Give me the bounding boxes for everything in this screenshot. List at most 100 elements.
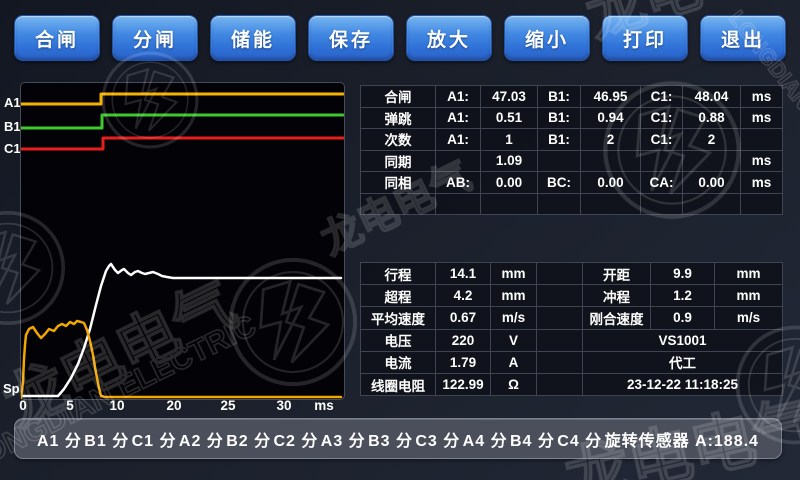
status-item: C3 分 bbox=[415, 427, 460, 451]
x-tick: 0 bbox=[19, 398, 27, 413]
trace-label-c1: C1 bbox=[4, 141, 21, 156]
mechanical-table-body: 行程14.1mm开距9.9mm超程4.2mm冲程1.2mm平均速度0.67m/s… bbox=[361, 263, 783, 396]
table-row: 弹跳A1:0.51B1:0.94C1:0.88ms bbox=[361, 107, 783, 129]
table-cell: AB: bbox=[436, 172, 481, 194]
table-cell: 0.00 bbox=[481, 172, 538, 194]
table-cell: 电压 bbox=[361, 329, 436, 351]
table-cell: C1: bbox=[641, 107, 683, 129]
table-row bbox=[361, 193, 783, 215]
table-cell: 0.00 bbox=[683, 172, 741, 194]
table-cell: mm bbox=[491, 263, 537, 285]
table-cell bbox=[537, 351, 583, 373]
table-cell: 平均速度 bbox=[361, 307, 436, 329]
button-store-energy[interactable]: 储能 bbox=[210, 15, 296, 61]
table-cell: 1 bbox=[481, 129, 538, 151]
table-row: 线圈电阻122.99Ω23-12-22 11:18:25 bbox=[361, 373, 783, 395]
table-cell: ms bbox=[741, 150, 783, 172]
table-cell: C1: bbox=[641, 86, 683, 108]
button-exit[interactable]: 退出 bbox=[700, 15, 786, 61]
status-item: C1 分 bbox=[132, 427, 177, 451]
table-cell: 4.2 bbox=[436, 285, 491, 307]
table-cell-merged: 23-12-22 11:18:25 bbox=[583, 373, 783, 395]
table-cell bbox=[537, 285, 583, 307]
table-cell: 合闸 bbox=[361, 86, 436, 108]
table-cell: A1: bbox=[436, 86, 481, 108]
button-open-switch[interactable]: 分闸 bbox=[112, 15, 198, 61]
trace-label-speed: Sp bbox=[3, 381, 20, 396]
x-tick: 30 bbox=[276, 398, 291, 413]
timing-table-body: 合闸A1:47.03B1:46.95C1:48.04ms弹跳A1:0.51B1:… bbox=[361, 86, 783, 215]
table-row: 电压220VVS1001 bbox=[361, 329, 783, 351]
table-cell: 同期 bbox=[361, 150, 436, 172]
timing-table: 合闸A1:47.03B1:46.95C1:48.04ms弹跳A1:0.51B1:… bbox=[360, 85, 783, 215]
waveform-panel bbox=[20, 82, 345, 400]
table-row: 次数A1:1B1:2C1:2 bbox=[361, 129, 783, 151]
table-cell: 220 bbox=[436, 329, 491, 351]
table-cell: 0.51 bbox=[481, 107, 538, 129]
table-cell bbox=[436, 193, 481, 215]
table-cell: 2 bbox=[581, 129, 641, 151]
table-cell: 冲程 bbox=[583, 285, 651, 307]
table-cell: B1: bbox=[538, 129, 581, 151]
button-save[interactable]: 保存 bbox=[308, 15, 394, 61]
table-cell: 弹跳 bbox=[361, 107, 436, 129]
series-speed-curve bbox=[21, 321, 341, 398]
trace-label-a1: A1 bbox=[4, 95, 21, 110]
table-cell: 14.1 bbox=[436, 263, 491, 285]
series-travel-curve bbox=[21, 264, 341, 396]
button-print[interactable]: 打印 bbox=[602, 15, 688, 61]
table-cell: Ω bbox=[491, 373, 537, 395]
table-cell: 超程 bbox=[361, 285, 436, 307]
table-cell: A1: bbox=[436, 129, 481, 151]
table-row: 超程4.2mm冲程1.2mm bbox=[361, 285, 783, 307]
x-tick: 25 bbox=[220, 398, 235, 413]
table-cell: mm bbox=[715, 263, 783, 285]
table-cell bbox=[741, 129, 783, 151]
status-item: A1 分 bbox=[37, 427, 82, 451]
waveform-svg bbox=[21, 83, 344, 399]
series-a1-contact bbox=[21, 94, 343, 104]
table-cell bbox=[538, 193, 581, 215]
status-bar: A1 分B1 分C1 分A2 分B2 分C2 分A3 分B3 分C3 分A4 分… bbox=[14, 418, 782, 459]
table-cell bbox=[641, 193, 683, 215]
table-cell bbox=[436, 150, 481, 172]
table-row: 同期1.09ms bbox=[361, 150, 783, 172]
table-cell: V bbox=[491, 329, 537, 351]
rotary-sensor-reading: 旋转传感器 A:188.4 bbox=[605, 427, 759, 451]
table-cell: 9.9 bbox=[651, 263, 715, 285]
table-cell bbox=[537, 373, 583, 395]
table-cell: B1: bbox=[538, 107, 581, 129]
table-cell bbox=[683, 193, 741, 215]
table-cell: 次数 bbox=[361, 129, 436, 151]
status-item: B2 分 bbox=[226, 427, 271, 451]
table-cell: 0.9 bbox=[651, 307, 715, 329]
table-cell: 2 bbox=[683, 129, 741, 151]
mechanical-table: 行程14.1mm开距9.9mm超程4.2mm冲程1.2mm平均速度0.67m/s… bbox=[360, 262, 783, 396]
status-item: A2 分 bbox=[179, 427, 224, 451]
table-cell: mm bbox=[715, 285, 783, 307]
button-zoom-in[interactable]: 放大 bbox=[406, 15, 492, 61]
table-cell: mm bbox=[491, 285, 537, 307]
table-cell: 0.94 bbox=[581, 107, 641, 129]
table-cell: 0.00 bbox=[581, 172, 641, 194]
table-cell bbox=[741, 193, 783, 215]
table-cell: C1: bbox=[641, 129, 683, 151]
x-tick: 10 bbox=[109, 398, 124, 413]
status-item: B1 分 bbox=[84, 427, 129, 451]
series-c1-contact bbox=[21, 138, 343, 149]
status-item: A3 分 bbox=[321, 427, 366, 451]
table-cell: 刚合速度 bbox=[583, 307, 651, 329]
button-zoom-out[interactable]: 缩小 bbox=[504, 15, 590, 61]
table-cell: 同相 bbox=[361, 172, 436, 194]
analyzer-screen: 合闸分闸储能保存放大缩小打印退出 A1 B1 C1 Sp 0510202530m… bbox=[0, 0, 800, 480]
x-axis: 0510202530ms bbox=[0, 398, 800, 414]
button-close-switch[interactable]: 合闸 bbox=[14, 15, 100, 61]
table-cell: 48.04 bbox=[683, 86, 741, 108]
toolbar: 合闸分闸储能保存放大缩小打印退出 bbox=[14, 15, 786, 61]
table-cell: 122.99 bbox=[436, 373, 491, 395]
table-cell: B1: bbox=[538, 86, 581, 108]
table-cell: 1.2 bbox=[651, 285, 715, 307]
table-cell: 电流 bbox=[361, 351, 436, 373]
table-cell: 0.67 bbox=[436, 307, 491, 329]
table-cell: m/s bbox=[715, 307, 783, 329]
